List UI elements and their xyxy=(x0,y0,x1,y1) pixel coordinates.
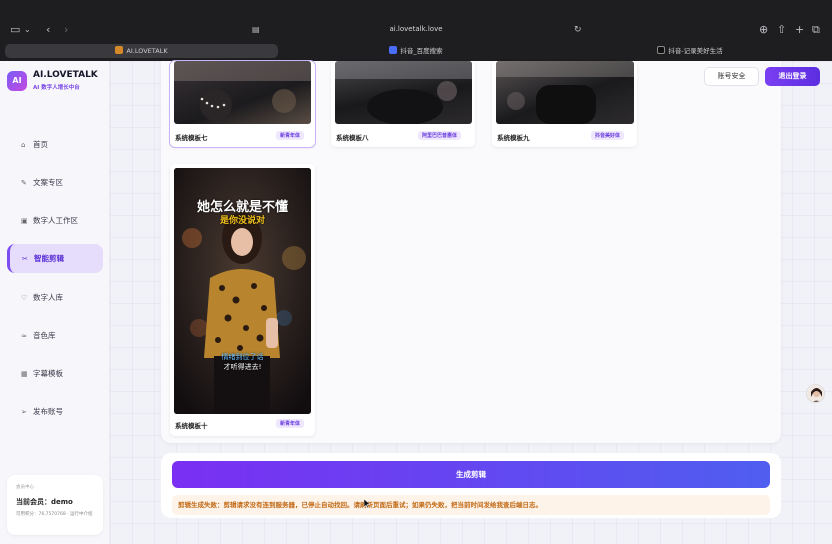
template-thumbnail xyxy=(496,61,634,124)
caption-line-1: 情绪到位了话 xyxy=(221,353,264,361)
tab-label: AI.LOVETALK xyxy=(126,47,168,55)
sidebar: AI AI.LOVETALK AI 数字人增长中台 ⌂ 首页 ✎ 文案专区 ▣ 数字人… xyxy=(0,61,110,544)
font-tag: 新青年体 xyxy=(276,131,305,140)
template-thumbnail: 她怎么就是不懂 是你没说对 情绪到位了话 才听得进去! xyxy=(174,168,311,414)
template-title: 系统模板十 xyxy=(175,422,208,430)
sidebar-item-smart-edit[interactable]: ✂ 智能剪辑 xyxy=(7,244,103,273)
template-title: 系统模板七 xyxy=(175,134,208,142)
sidebar-item-label: 数字人工作区 xyxy=(33,216,78,225)
avatar-image xyxy=(807,385,824,402)
sidebar-item-label: 数字人库 xyxy=(33,293,63,302)
template-card-7[interactable]: 系统模板七 新青年体 xyxy=(170,61,315,147)
template-title: 系统模板八 xyxy=(336,134,369,142)
font-tag: 抖音美好体 xyxy=(591,131,625,140)
generate-edit-button[interactable]: 生成剪辑 xyxy=(172,461,770,488)
tab-overview-icon[interactable]: ⧉ xyxy=(812,23,820,37)
send-icon: ➢ xyxy=(21,408,27,416)
tab-douyin[interactable]: 抖音-记录美好生活 xyxy=(554,44,826,58)
template-thumbnail xyxy=(174,61,311,124)
template-thumbnail xyxy=(335,61,472,124)
thumbnail-image xyxy=(335,61,472,124)
browser-chrome: ▭ ⌄ ‹ › ▤ ai.lovetalk.love ↻ ⊕ ⇧ + ⧉ AI.… xyxy=(0,0,832,61)
app: AI AI.LOVETALK AI 数字人增长中台 ⌂ 首页 ✎ 文案专区 ▣ 数字人… xyxy=(0,61,832,544)
url-bar[interactable]: ai.lovetalk.love xyxy=(0,25,832,33)
member-card[interactable]: 会员中心 当前会员：demo 可用积分：76,7570768 · 运行中介绍 xyxy=(7,475,103,535)
mouse-cursor-icon xyxy=(364,499,370,508)
sidebar-item-workspace[interactable]: ▣ 数字人工作区 xyxy=(7,206,103,235)
new-tab-icon[interactable]: + xyxy=(795,23,804,37)
member-center-label: 会员中心 xyxy=(16,485,34,490)
tab-favicon-icon xyxy=(115,46,124,54)
baidu-favicon-icon xyxy=(389,46,398,54)
browser-toolbar: ▭ ⌄ ‹ › ▤ ai.lovetalk.love ↻ ⊕ ⇧ + ⧉ xyxy=(0,18,832,42)
template-title: 系统模板九 xyxy=(497,134,530,142)
sidebar-item-publish-accounts[interactable]: ➢ 发布账号 xyxy=(7,397,103,426)
sidebar-item-copywriting[interactable]: ✎ 文案专区 xyxy=(7,168,103,197)
logo: AI xyxy=(7,71,27,91)
sound-icon: ≈ xyxy=(21,332,27,340)
tab-ailovetalk[interactable]: AI.LOVETALK xyxy=(5,44,278,58)
error-message: 剪辑生成失败：剪辑请求没有连到服务器，已停止自动找回。请刷新页面后重试；如果仍失… xyxy=(172,495,770,515)
sidebar-item-avatar-library[interactable]: ♡ 数字人库 xyxy=(7,283,103,312)
assistant-avatar[interactable] xyxy=(806,384,825,403)
tab-baidu[interactable]: 抖音_百度搜索 xyxy=(282,44,550,58)
workspace-icon: ▣ xyxy=(21,217,28,225)
sidebar-item-label: 字幕模板 xyxy=(33,369,63,378)
heart-icon: ♡ xyxy=(21,294,28,302)
tab-label: 抖音-记录美好生活 xyxy=(668,47,723,55)
template-card-10[interactable]: 她怎么就是不懂 是你没说对 情绪到位了话 才听得进去! 系统模板十 新青年体 xyxy=(170,164,315,436)
brand-name: AI.LOVETALK xyxy=(33,70,98,80)
member-points: 可用积分：76,7570768 · 运行中介绍 xyxy=(16,512,93,517)
download-icon[interactable]: ⊕ xyxy=(759,23,768,37)
caption-line-2: 才听得进去! xyxy=(223,363,262,371)
pen-icon: ✎ xyxy=(21,179,27,187)
thumbnail-image xyxy=(174,61,311,121)
douyin-favicon-icon xyxy=(657,46,666,54)
sidebar-item-label: 音色库 xyxy=(33,331,56,340)
tab-bar: AI.LOVETALK 抖音_百度搜索 抖音-记录美好生活 xyxy=(0,42,832,61)
sidebar-item-subtitle-templates[interactable]: ▦ 字幕模板 xyxy=(7,359,103,388)
template-card-8[interactable]: 系统模板八 阿里巴巴普惠体 xyxy=(331,61,475,147)
reload-icon[interactable]: ↻ xyxy=(574,23,582,37)
sidebar-item-label: 首页 xyxy=(33,140,48,149)
member-name: 当前会员：demo xyxy=(16,498,73,506)
template-card-9[interactable]: 系统模板九 抖音美好体 xyxy=(492,61,637,147)
sidebar-item-label: 文案专区 xyxy=(33,178,63,187)
share-icon[interactable]: ⇧ xyxy=(777,23,786,37)
logout-button[interactable]: 退出登录 xyxy=(765,67,820,86)
home-icon: ⌂ xyxy=(21,141,26,149)
font-tag: 新青年体 xyxy=(276,419,305,428)
overlay-subtitle: 是你没说对 xyxy=(219,216,265,226)
scissors-icon: ✂ xyxy=(22,255,28,263)
sidebar-item-label: 发布账号 xyxy=(33,407,63,416)
grid-icon: ▦ xyxy=(21,370,28,378)
brand-subtitle: AI 数字人增长中台 xyxy=(33,85,80,91)
account-security-button[interactable]: 账号安全 xyxy=(704,67,759,86)
template-panel: 系统模板七 新青年体 系统模板八 阿里巴巴普惠体 系统模板九 抖音美好体 她怎么… xyxy=(161,61,781,443)
thumbnail-image xyxy=(496,61,634,124)
sidebar-item-home[interactable]: ⌂ 首页 xyxy=(7,130,103,159)
sidebar-item-voice-library[interactable]: ≈ 音色库 xyxy=(7,321,103,350)
font-tag: 阿里巴巴普惠体 xyxy=(418,131,462,140)
tab-label: 抖音_百度搜索 xyxy=(400,47,443,55)
sidebar-item-label: 智能剪辑 xyxy=(34,254,64,263)
